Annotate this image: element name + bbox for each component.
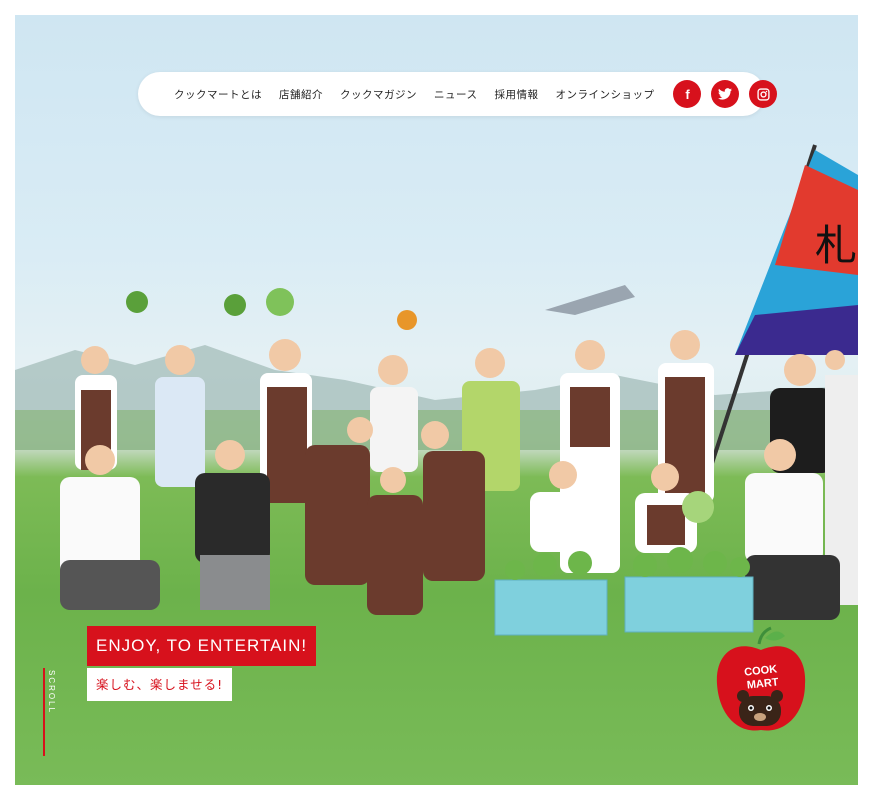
facebook-icon[interactable]: f	[673, 80, 702, 108]
nav-recruit[interactable]: 採用情報	[494, 87, 538, 102]
cookmart-logo[interactable]: COOK MART	[713, 624, 809, 736]
nav-about[interactable]: クックマートとは	[174, 87, 262, 102]
instagram-icon[interactable]	[749, 80, 778, 108]
nav-links: クックマートとは 店舗紹介 クックマガジン ニュース 採用情報 オンラインショッ…	[174, 87, 671, 102]
svg-text:札: 札	[815, 221, 857, 270]
nav-online-shop[interactable]: オンラインショップ	[555, 87, 654, 102]
top-navigation: クックマートとは 店舗紹介 クックマガジン ニュース 採用情報 オンラインショッ…	[138, 72, 778, 116]
tagline-english: ENJOY, TO ENTERTAIN!	[87, 626, 317, 666]
hero-image: 札 クックマートとは 店舗紹介 クックマガジン ニュース 採用情報 オンラインシ…	[15, 15, 858, 785]
tagline-japanese: 楽しむ、楽しませる!	[87, 668, 233, 701]
twitter-icon[interactable]	[711, 80, 740, 108]
nav-stores[interactable]: 店舗紹介	[279, 87, 323, 102]
scroll-indicator-label[interactable]: SCROLL	[47, 670, 56, 714]
scroll-indicator-line	[43, 668, 45, 756]
nav-news[interactable]: ニュース	[434, 87, 477, 102]
social-links: f	[673, 80, 787, 108]
nav-magazine[interactable]: クックマガジン	[340, 87, 417, 102]
